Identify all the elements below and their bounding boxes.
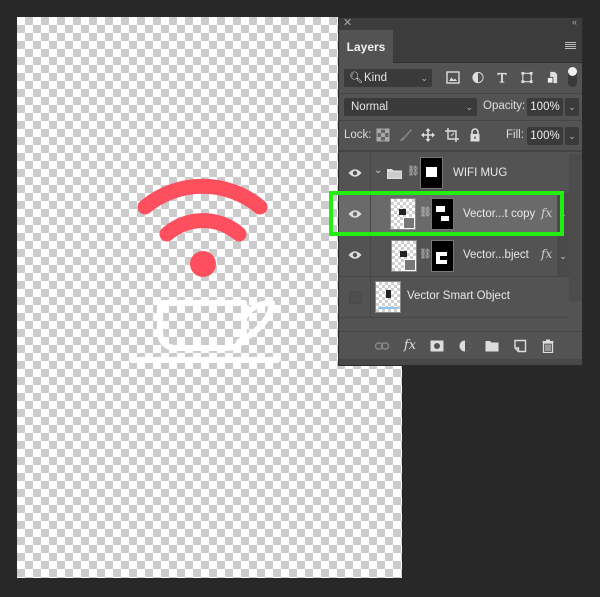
layer-row[interactable]: ⛓︎ Vector...bject fx ⌄	[339, 236, 569, 277]
mug-body	[157, 300, 247, 351]
chevron-down-icon: ⌄	[420, 73, 428, 83]
lock-image-pixels-icon[interactable]	[399, 128, 413, 142]
adjustment-filter-icon[interactable]	[471, 71, 485, 84]
eye-icon	[348, 251, 362, 259]
layers-footer-toolbar: fx	[339, 331, 582, 360]
layer-row-group[interactable]: ⌄ ⛓︎ WIFI MUG	[339, 154, 569, 194]
layer-name[interactable]: Vector Smart Object	[407, 290, 510, 302]
group-expand-chevron-icon[interactable]: ⌄	[374, 165, 382, 176]
visibility-toggle[interactable]	[339, 277, 371, 317]
fill-dropdown[interactable]: ⌄	[565, 127, 579, 145]
image-filter-icon[interactable]	[446, 71, 460, 84]
panel-menu-icon[interactable]	[565, 42, 576, 50]
panel-title-bar[interactable]: ✕ ‹‹	[339, 16, 582, 30]
layer-thumbnail[interactable]	[390, 198, 416, 230]
double-chevron-left-icon[interactable]: ‹‹	[572, 17, 577, 27]
opacity-label: Opacity:	[483, 100, 526, 112]
lock-transparent-pixels-icon[interactable]	[376, 128, 390, 142]
blend-mode-select[interactable]: Normal ⌄	[344, 98, 477, 116]
layer-mask-thumbnail[interactable]	[420, 157, 443, 189]
layer-style-icon[interactable]: fx	[541, 247, 552, 261]
smart-object-filter-icon[interactable]	[545, 71, 559, 84]
lock-position-icon[interactable]	[421, 128, 435, 142]
filter-kind-select[interactable]: 🔍︎ Kind ⌄	[344, 69, 432, 87]
layers-panel: ✕ ‹‹ Layers 🔍︎ Kind ⌄ Normal ⌄ Opacity: …	[329, 16, 583, 366]
filter-toggle[interactable]	[568, 67, 577, 87]
chain-link-icon[interactable]: ⛓︎	[419, 249, 432, 260]
visibility-toggle[interactable]	[339, 154, 371, 193]
layer-thumbnail[interactable]	[391, 240, 417, 272]
adjustment-layer-icon[interactable]	[458, 339, 472, 353]
panel-resize-grip[interactable]	[339, 359, 582, 365]
chain-link-icon[interactable]: ⛓︎	[407, 166, 420, 177]
layer-name[interactable]: WIFI MUG	[453, 167, 507, 179]
filter-kind-label: Kind	[364, 72, 388, 84]
add-mask-icon[interactable]	[430, 339, 444, 353]
eye-icon	[348, 210, 362, 218]
layers-scrollbar[interactable]	[569, 154, 582, 301]
fill-label: Fill:	[506, 129, 524, 141]
wifi-inner-arc	[159, 213, 247, 242]
shape-filter-icon[interactable]	[520, 71, 534, 84]
layer-mask-thumbnail[interactable]	[431, 198, 454, 230]
lock-artboard-icon[interactable]	[445, 128, 459, 142]
layer-style-icon[interactable]: fx	[541, 206, 552, 220]
wifi-mug-artwork	[129, 178, 280, 363]
chain-link-icon[interactable]: ⛓︎	[419, 207, 432, 218]
panel-tab-bar: Layers	[339, 30, 582, 63]
tab-layers[interactable]: Layers	[339, 30, 393, 63]
type-filter-icon[interactable]	[495, 71, 509, 84]
layer-row[interactable]: Vector Smart Object	[339, 277, 569, 318]
new-layer-icon[interactable]	[513, 339, 527, 353]
layer-row-selected[interactable]: ⛓︎ Vector...t copy fx ⌄	[329, 191, 569, 236]
lock-fill-row: Lock: Fill: 100% ⌄	[339, 121, 582, 152]
new-group-icon[interactable]	[485, 339, 499, 353]
folder-icon	[387, 169, 402, 179]
layer-name[interactable]: Vector...t copy	[463, 208, 535, 220]
hidden-visibility-box	[349, 291, 362, 304]
layer-filter-row: 🔍︎ Kind ⌄	[339, 63, 582, 94]
lock-label: Lock:	[344, 129, 372, 141]
wifi-dot	[190, 251, 216, 277]
eye-icon	[348, 169, 362, 177]
visibility-toggle[interactable]	[339, 236, 371, 276]
layer-style-icon[interactable]: fx	[403, 339, 417, 353]
chevron-down-icon: ⌄	[465, 102, 473, 112]
wifi-icon	[137, 178, 268, 277]
layer-thumbnail[interactable]	[375, 281, 401, 313]
blend-opacity-row: Normal ⌄ Opacity: 100% ⌄	[339, 94, 582, 121]
mug-icon	[129, 300, 280, 363]
opacity-dropdown[interactable]: ⌄	[565, 98, 579, 116]
visibility-toggle[interactable]	[339, 194, 371, 235]
layer-name[interactable]: Vector...bject	[463, 249, 529, 261]
opacity-input[interactable]: 100%	[527, 98, 563, 116]
delete-layer-icon[interactable]	[541, 339, 555, 353]
link-layers-icon[interactable]	[375, 339, 389, 353]
close-icon[interactable]: ✕	[343, 16, 352, 29]
blend-mode-value: Normal	[351, 101, 389, 113]
fill-input[interactable]: 100%	[527, 127, 563, 145]
wifi-outer-arc	[137, 178, 268, 215]
search-icon: 🔍︎	[349, 72, 363, 84]
effects-expand-chevron-icon[interactable]: ⌄	[557, 194, 569, 235]
layer-mask-thumbnail[interactable]	[431, 240, 454, 272]
lock-all-icon[interactable]	[468, 128, 482, 142]
layers-list: ⌄ ⛓︎ WIFI MUG ⛓︎ Vector...t copy fx ⌄ ⛓︎…	[329, 154, 582, 318]
effects-expand-chevron-icon[interactable]: ⌄	[557, 236, 569, 276]
